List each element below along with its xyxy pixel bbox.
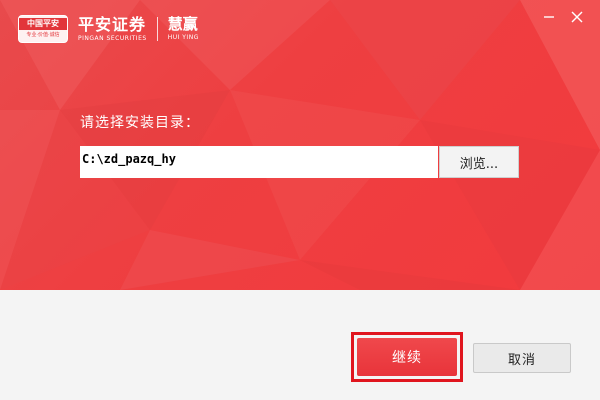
badge-title: 中国平安 (19, 18, 67, 30)
sub-brand-cn: 慧赢 (167, 15, 198, 33)
close-button[interactable] (566, 8, 588, 26)
minimize-button[interactable] (538, 8, 560, 26)
logo-divider (156, 17, 158, 41)
install-path-input[interactable] (80, 146, 438, 178)
sub-brand: 慧赢 HUI YING (168, 17, 199, 41)
brand-name-en: PINGAN SECURITIES (78, 34, 147, 42)
brand-logo: 中国平安 专业·价值·诚信 平安证券 PINGAN SECURITIES 慧赢 … (18, 14, 199, 44)
close-icon (571, 11, 583, 23)
installer-window: 中国平安 专业·价值·诚信 平安证券 PINGAN SECURITIES 慧赢 … (0, 0, 600, 400)
cancel-button[interactable]: 取消 (473, 343, 571, 373)
continue-button[interactable]: 继续 (357, 338, 457, 376)
install-dir-label: 请选择安装目录： (80, 115, 200, 131)
brand-name: 平安证券 PINGAN SECURITIES (78, 14, 147, 42)
sub-brand-en: HUI YING (167, 34, 199, 41)
badge-slogan: 专业·价值·诚信 (26, 32, 60, 38)
pingan-badge: 中国平安 专业·价值·诚信 (18, 15, 68, 43)
browse-button[interactable]: 浏览... (439, 146, 519, 178)
brand-name-cn: 平安证券 (78, 14, 147, 34)
minimize-icon (544, 16, 554, 18)
hero-banner: 中国平安 专业·价值·诚信 平安证券 PINGAN SECURITIES 慧赢 … (0, 0, 600, 290)
